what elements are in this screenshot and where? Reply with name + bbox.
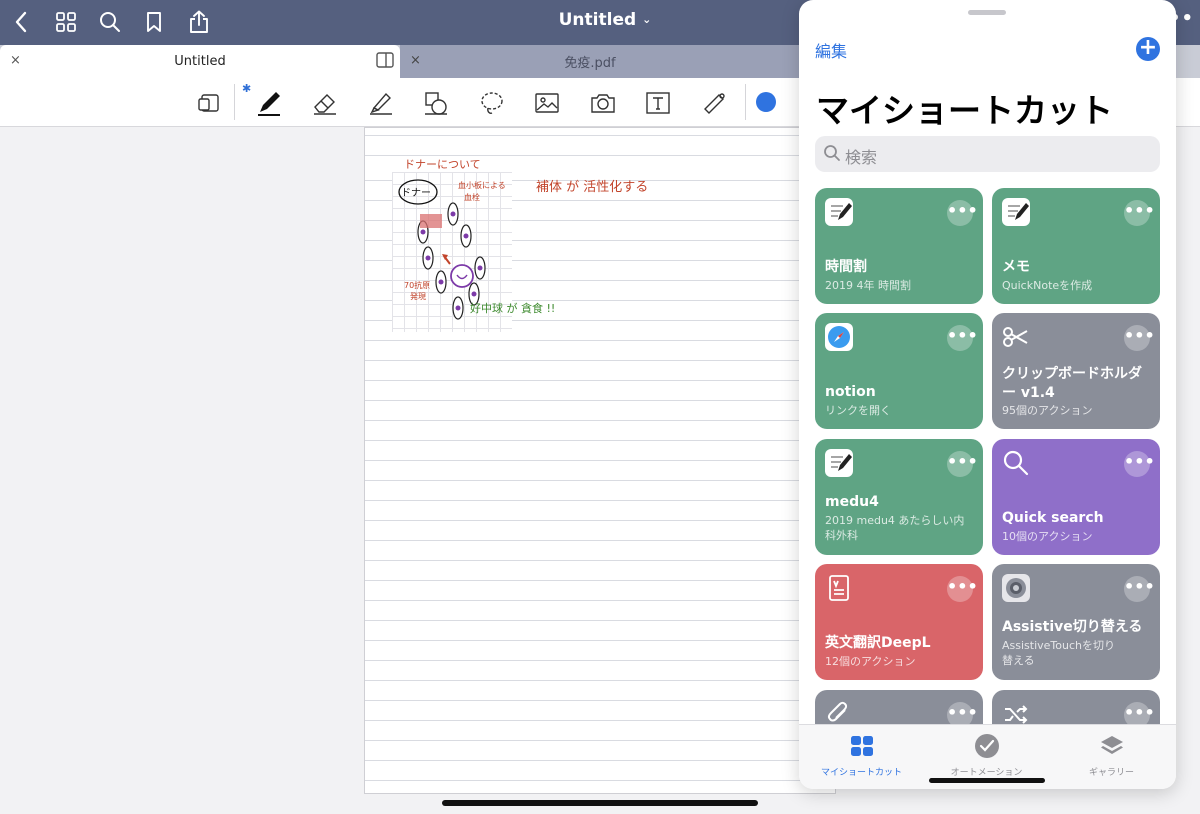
- safari-icon: [825, 323, 853, 351]
- shortcut-more-button[interactable]: •••: [1124, 200, 1155, 226]
- shortcut-card-quick-search[interactable]: ••• Quick search 10個のアクション: [992, 439, 1160, 555]
- back-icon[interactable]: [8, 9, 34, 35]
- text-icon[interactable]: [642, 87, 674, 119]
- sketch-label-d: 発現: [410, 292, 426, 301]
- shortcut-name: Quick search: [1002, 510, 1104, 526]
- checkmark-circle-icon: [974, 733, 1000, 759]
- shortcut-name: メモ: [1002, 259, 1030, 275]
- bookmark-icon[interactable]: [141, 9, 167, 35]
- pen-icon[interactable]: [253, 87, 285, 119]
- shortcut-more-button[interactable]: •••: [947, 451, 978, 477]
- shortcut-name: 時間割: [825, 259, 867, 275]
- close-tab-icon[interactable]: ×: [410, 53, 421, 68]
- pen-color-swatch[interactable]: [756, 92, 776, 112]
- tab-my-shortcuts[interactable]: マイショートカット: [799, 733, 924, 778]
- add-shortcut-button[interactable]: +: [1136, 37, 1160, 61]
- shortcut-subtitle: 12個のアクション: [825, 655, 916, 668]
- shortcut-subtitle: 2019 4年 時間割: [825, 279, 911, 292]
- tab-untitled[interactable]: × Untitled: [0, 45, 400, 78]
- shortcut-subtitle: 2019 medu4 あたらしい内科外科: [825, 514, 965, 542]
- document-title[interactable]: Untitled ⌄: [540, 10, 670, 30]
- note-icon: [825, 198, 853, 226]
- note-icon: [1002, 198, 1030, 226]
- page-tool-icon[interactable]: [193, 87, 225, 119]
- toolbar-divider: [234, 84, 235, 120]
- shortcut-more-button[interactable]: •••: [947, 325, 978, 351]
- tab-label: Untitled: [174, 54, 226, 69]
- laser-pointer-icon[interactable]: [698, 87, 730, 119]
- sketch-label-c: 70抗原: [404, 281, 431, 290]
- sketch-label-a: 血小板による: [458, 181, 506, 190]
- shortcut-subtitle: AssistiveTouchを切り替える: [1002, 639, 1115, 667]
- tab-label: マイショートカット: [820, 768, 902, 778]
- image-icon[interactable]: [531, 87, 563, 119]
- stack-icon: [1099, 733, 1125, 759]
- tab-label: 免疫.pdf: [564, 56, 616, 71]
- bluetooth-icon: ✱: [242, 82, 252, 95]
- close-tab-icon[interactable]: ×: [10, 53, 21, 68]
- panel-grabber[interactable]: [968, 10, 1006, 15]
- shortcut-card-medu4[interactable]: ••• medu4 2019 medu4 あたらしい内科外科: [815, 439, 983, 555]
- edit-button[interactable]: 編集: [815, 38, 847, 62]
- chevron-down-icon: ⌄: [642, 13, 652, 26]
- shortcut-more-button[interactable]: •••: [1124, 451, 1155, 477]
- shortcut-more-button[interactable]: •••: [1124, 576, 1155, 602]
- tab-pdf[interactable]: × 免疫.pdf: [400, 45, 820, 78]
- page-title: マイショートカット: [816, 91, 1113, 130]
- settings-icon: [1002, 574, 1030, 602]
- thumbnails-icon[interactable]: [53, 9, 79, 35]
- shortcut-card-deepl[interactable]: ••• 英文翻訳DeepL 12個のアクション: [815, 564, 983, 680]
- lasso-icon[interactable]: [476, 87, 508, 119]
- eraser-icon[interactable]: [309, 87, 341, 119]
- shortcut-name: クリップボードホルダー v1.4: [1002, 366, 1142, 401]
- shortcut-card-notion[interactable]: ••• notion リンクを開く: [815, 313, 983, 429]
- shortcut-card-memo[interactable]: ••• メモ QuickNoteを作成: [992, 188, 1160, 304]
- shortcut-subtitle: 95個のアクション: [1002, 404, 1093, 417]
- share-icon[interactable]: [186, 9, 212, 35]
- shortcut-name: medu4: [825, 494, 879, 510]
- shortcut-name: notion: [825, 384, 876, 400]
- shortcut-name: Assistive切り替える: [1002, 619, 1143, 635]
- tab-label: オートメーション: [950, 768, 1023, 778]
- home-indicator: [442, 800, 758, 806]
- tab-label: ギャラリー: [1088, 768, 1134, 778]
- tab-automation[interactable]: オートメーション: [924, 733, 1049, 778]
- split-view-icon[interactable]: [376, 52, 394, 72]
- shortcuts-slide-over-panel: 編集 + マイショートカット 検索 ••• 時間割 2019 4年 時間割 ••…: [799, 0, 1176, 789]
- shortcut-subtitle: 10個のアクション: [1002, 530, 1093, 543]
- note-icon: [825, 449, 853, 477]
- shortcut-card-assistive-toggle[interactable]: ••• Assistive切り替える AssistiveTouchを切り替える: [992, 564, 1160, 680]
- note-heading: ドナーについて: [404, 158, 481, 171]
- camera-icon[interactable]: [587, 87, 619, 119]
- shortcut-card-timetable[interactable]: ••• 時間割 2019 4年 時間割: [815, 188, 983, 304]
- tab-gallery[interactable]: ギャラリー: [1049, 733, 1174, 778]
- shortcut-subtitle: QuickNoteを作成: [1002, 279, 1093, 292]
- search-placeholder: 検索: [845, 148, 878, 167]
- search-icon: [823, 144, 841, 166]
- scissors-icon: [1002, 323, 1030, 351]
- sketch-label-b: 血栓: [464, 193, 480, 202]
- highlighter-icon[interactable]: [365, 87, 397, 119]
- shortcut-more-button[interactable]: •••: [1124, 325, 1155, 351]
- shortcut-card-clipboard-holder[interactable]: ••• クリップボードホルダー v1.4 95個のアクション: [992, 313, 1160, 429]
- shapes-icon[interactable]: [420, 87, 452, 119]
- search-icon[interactable]: [97, 9, 123, 35]
- toolbar-divider: [745, 84, 746, 120]
- search-icon: [1002, 449, 1030, 477]
- shortcut-name: 英文翻訳DeepL: [825, 635, 931, 651]
- panel-home-indicator: [929, 778, 1045, 783]
- note-line-neutrophil: 好中球 が 貪食 !!: [470, 302, 556, 315]
- grid-icon: [849, 733, 875, 759]
- sketch-label-donor: ドナー: [401, 188, 431, 199]
- search-field[interactable]: 検索: [815, 136, 1160, 172]
- shortcut-more-button[interactable]: •••: [947, 576, 978, 602]
- shortcut-more-button[interactable]: •••: [947, 200, 978, 226]
- shortcut-subtitle: リンクを開く: [825, 404, 891, 417]
- note-line-complement: 補体 が 活性化する: [536, 180, 649, 195]
- document-icon: [825, 574, 853, 602]
